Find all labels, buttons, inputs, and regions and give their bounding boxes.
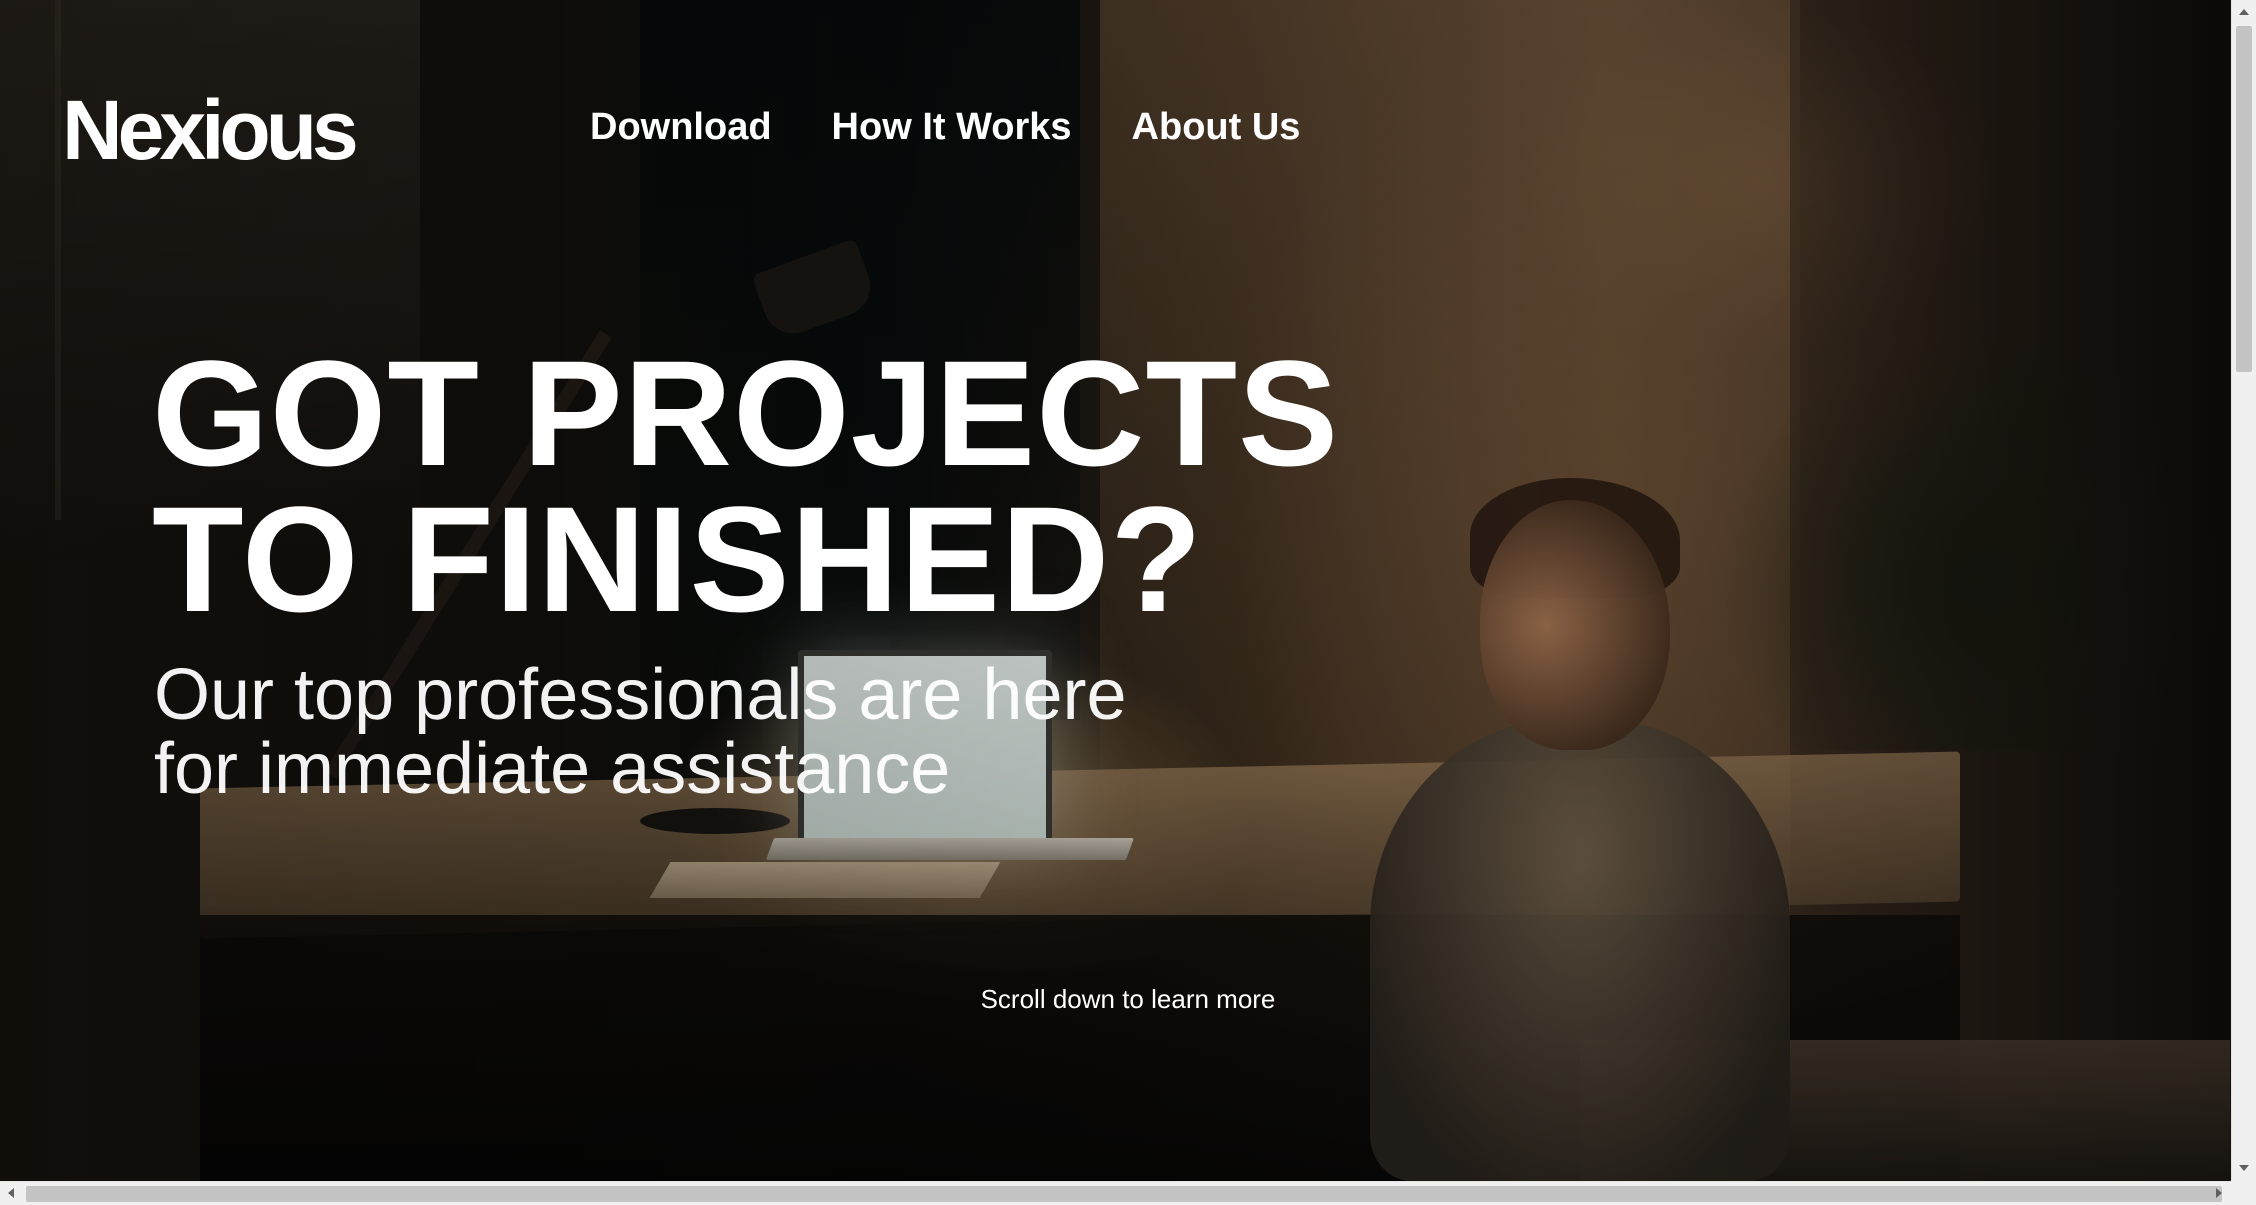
background-desk-shadow: [200, 915, 1960, 1181]
scrollbar-corner: [2231, 1181, 2256, 1205]
chevron-down-icon[interactable]: [2239, 1165, 2249, 1171]
horizontal-scrollbar[interactable]: [0, 1181, 2231, 1205]
hero-subtitle: Our top professionals are here for immed…: [154, 658, 1127, 806]
person-body: [1370, 720, 1790, 1181]
chevron-right-icon[interactable]: [2216, 1188, 2222, 1198]
vertical-scrollbar-thumb[interactable]: [2236, 26, 2252, 372]
chevron-up-icon[interactable]: [2239, 9, 2249, 15]
hero-title-line-1: GOT PROJECTS: [152, 329, 1340, 497]
nav-link-download[interactable]: Download: [590, 108, 772, 146]
nav-link-about-us[interactable]: About Us: [1132, 108, 1301, 146]
laptop-base: [765, 838, 1135, 860]
hero-title: GOT PROJECTS TO FINISHED?: [152, 329, 1340, 643]
background-desk-right: [1580, 1040, 2230, 1181]
vertical-scrollbar[interactable]: [2231, 0, 2256, 1181]
hero-title-line-2: TO FINISHED?: [152, 475, 1203, 643]
desk-lamp-base: [640, 808, 790, 834]
nav-link-how-it-works[interactable]: How It Works: [832, 108, 1072, 146]
hero-subtitle-line-2: for immediate assistance: [154, 729, 951, 809]
main-nav: Download How It Works About Us: [590, 108, 1300, 146]
notebook: [649, 862, 1001, 898]
scroll-hint[interactable]: Scroll down to learn more: [0, 984, 2256, 1015]
site-header: Nexious Download How It Works About Us: [0, 0, 2231, 260]
background-plant: [1720, 330, 2220, 750]
site-logo[interactable]: Nexious: [62, 88, 359, 172]
person-head: [1480, 500, 1670, 750]
person-hair: [1470, 478, 1680, 598]
hero-subtitle-line-1: Our top professionals are here: [154, 655, 1127, 735]
chevron-left-icon[interactable]: [8, 1188, 14, 1198]
horizontal-scrollbar-thumb[interactable]: [26, 1186, 2222, 1202]
